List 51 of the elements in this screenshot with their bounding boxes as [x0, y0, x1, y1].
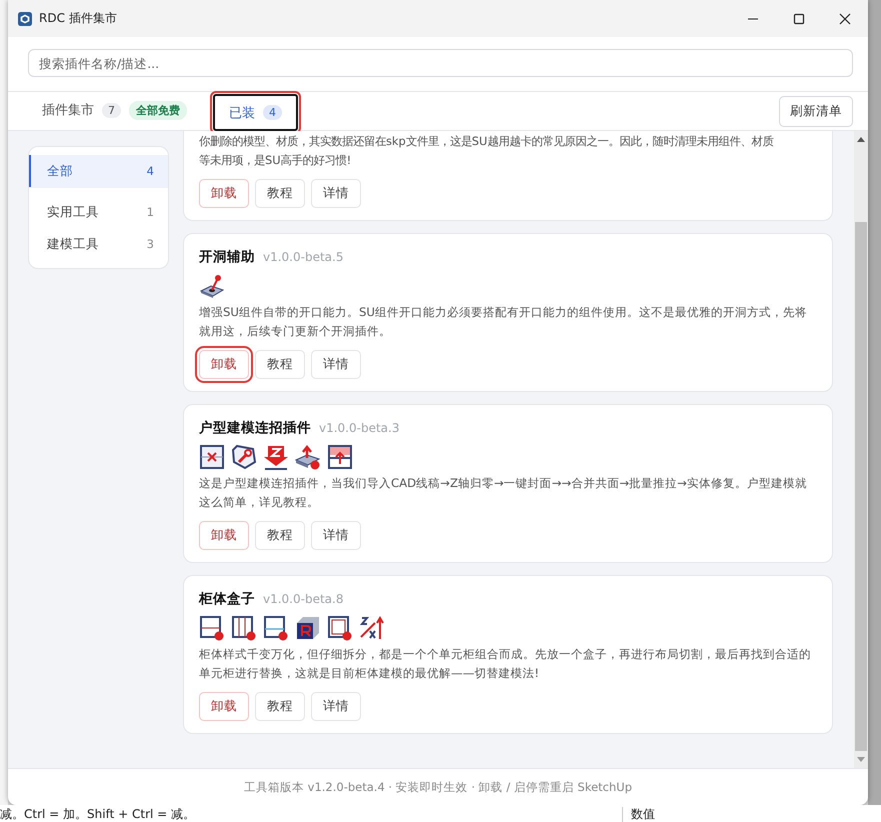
- window-title: RDC 插件集市: [39, 10, 117, 27]
- scrollbar[interactable]: [854, 131, 868, 768]
- plugin-description: 这是户型建模连招插件，当我们导入CAD线稿→Z轴归零→一键封面→→合并共面→批量推拉→实体修复。户型建模就这么简单，详见教程。: [199, 475, 808, 511]
- uninstall-button[interactable]: 卸载: [199, 692, 249, 721]
- card-button[interactable]: 教程: [255, 179, 305, 208]
- plugin-description: 增强SU组件自带的开口能力。SU组件开口能力必须要搭配有开口能力的组件使用。这不是最优雅的开洞方式，先将就用这，后续专门更新个开洞插件。: [199, 304, 808, 340]
- axis-swap-icon: [359, 615, 385, 641]
- status-text: 减。Ctrl = 加。Shift + Ctrl = 减。: [0, 807, 196, 822]
- scroll-up-icon[interactable]: [857, 137, 865, 142]
- plugin-description: 你删除的模型、材质，其实数据还留在skp文件里，这是SU越用越卡的常见原因之一。因此，随时清理未用组件、材质: [199, 133, 774, 150]
- cabinet-icon: [263, 615, 289, 641]
- cube-icon: [295, 615, 321, 641]
- uninstall-button[interactable]: 卸载: [199, 179, 249, 208]
- card-button[interactable]: 教程: [255, 521, 305, 550]
- scroll-down-icon[interactable]: [857, 757, 865, 762]
- plugin-description: 柜体样式千变万化，但仔细拆分，都是一个个单元柜组合而成。先放一个盒子，再进行布局切割，最后再找到合适的单元柜进行替换，这就是目前柜体建模的最优解——切替建模法!: [199, 646, 812, 682]
- wrench-icon: [231, 444, 257, 470]
- category-item[interactable]: 实用工具 1: [29, 196, 168, 228]
- cube-logo-icon: [18, 12, 32, 26]
- card-button[interactable]: 教程: [255, 692, 305, 721]
- tab[interactable]: 插件集市 7 全部免费: [28, 92, 201, 130]
- card-button[interactable]: 教程: [255, 350, 305, 379]
- plugin-version: v1.0.0-beta.5: [263, 250, 344, 264]
- scroll-thumb[interactable]: [855, 222, 867, 751]
- free-tag: 全部免费: [129, 100, 187, 120]
- refresh-button[interactable]: 刷新清单: [779, 96, 853, 126]
- tab[interactable]: 已装 4: [213, 94, 298, 131]
- plugin-name: 柜体盒子: [199, 590, 255, 608]
- push-up-icon: [295, 444, 321, 470]
- card-button[interactable]: 详情: [311, 179, 361, 208]
- plugin-version: v1.0.0-beta.8: [263, 592, 344, 606]
- category-item[interactable]: 建模工具 3: [29, 228, 168, 260]
- cabinet-icon: [199, 615, 225, 641]
- plunger-tool-icon: [199, 273, 225, 299]
- panel-label: 数值: [622, 807, 881, 822]
- cabinet-icon: [327, 615, 353, 641]
- category-item[interactable]: 全部 4: [29, 155, 168, 187]
- z-down-arrow-icon: [263, 444, 289, 470]
- plugin-name: 户型建模连招插件: [199, 419, 311, 437]
- uninstall-button[interactable]: 卸载: [199, 521, 249, 550]
- card-button[interactable]: 详情: [311, 521, 361, 550]
- plugin-name: 开洞辅助: [199, 248, 255, 266]
- plugin-version: v1.0.0-beta.3: [319, 421, 400, 435]
- cabinet-icon: [231, 615, 257, 641]
- tab-count: 4: [263, 105, 282, 120]
- card-button[interactable]: 详情: [311, 350, 361, 379]
- search-field[interactable]: 搜索插件名称/描述...: [28, 49, 853, 77]
- wall-delete-icon: [199, 444, 225, 470]
- card-button[interactable]: 详情: [311, 692, 361, 721]
- plugin-description: 等未用项，是SU高手的好习惯!: [199, 152, 352, 169]
- tab-count: 7: [102, 102, 121, 118]
